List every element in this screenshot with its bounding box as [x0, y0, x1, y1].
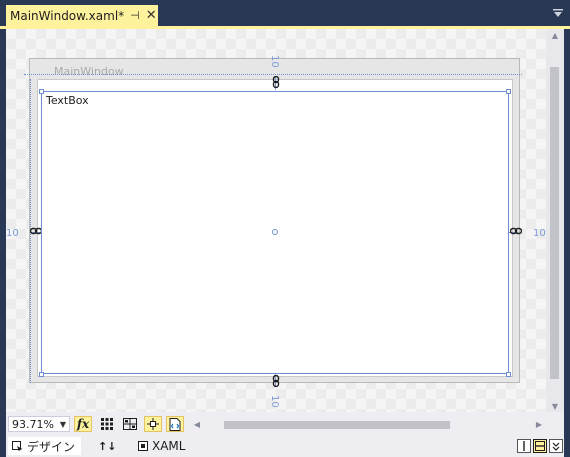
tab-xaml-label: XAML [152, 439, 186, 453]
right-margin-label: 10 [533, 228, 546, 239]
bottom-margin-label: 10 [269, 395, 280, 408]
vertical-scrollbar[interactable]: ▲ ▼ [546, 29, 564, 412]
collapse-pane-icon [552, 442, 560, 451]
scroll-right-arrow-icon[interactable]: ▶ [534, 418, 544, 432]
left-margin-label: 10 [6, 228, 19, 239]
snap-grid-icon [123, 418, 137, 430]
design-view-icon [12, 440, 23, 451]
document-tab-title: MainWindow.xaml* [10, 8, 125, 23]
right-anchor-icon[interactable] [510, 227, 522, 235]
show-grid-button[interactable] [98, 416, 116, 432]
resize-handle-bottom-right[interactable] [506, 372, 511, 377]
grid-icon [101, 418, 113, 430]
effects-toggle-button[interactable]: fx [74, 416, 92, 432]
top-margin-label: 10 [269, 55, 280, 68]
window-title-label: MainWindow [54, 65, 124, 78]
close-tab-icon[interactable]: ✕ [146, 8, 157, 23]
document-tab-mainwindow[interactable]: MainWindow.xaml* ⊣ ✕ [6, 5, 158, 26]
vertical-split-button[interactable] [517, 439, 531, 453]
resize-handle-top-right[interactable] [506, 89, 511, 94]
view-tabs-bar: デザイン ↑↓ XAML [6, 436, 564, 457]
textbox-center-point[interactable] [272, 229, 278, 235]
scroll-up-arrow-icon[interactable]: ▲ [550, 31, 560, 41]
vertical-split-icon [523, 441, 525, 451]
tab-xaml[interactable]: XAML [138, 437, 185, 455]
swap-panes-icon: ↑↓ [98, 439, 117, 453]
snap-to-snaplines-button[interactable] [144, 416, 162, 432]
zoom-dropdown-icon[interactable]: ▼ [57, 420, 69, 429]
designer-toolbar: 93.71% ▼ fx ◀ ▶ [6, 412, 564, 436]
tab-design[interactable]: デザイン [8, 437, 82, 455]
horizontal-scroll-thumb[interactable] [224, 421, 450, 429]
xaml-designer-surface[interactable]: MainWindow 10 10 10 10 TextBox [6, 29, 546, 412]
scroll-down-arrow-icon[interactable]: ▼ [550, 402, 560, 412]
zoom-value: 93.71% [12, 417, 54, 431]
fx-icon: fx [76, 417, 90, 431]
vertical-scroll-thumb[interactable] [550, 67, 559, 379]
resize-handle-top-left[interactable] [39, 89, 44, 94]
textbox-text: TextBox [46, 94, 89, 107]
swap-panes-button[interactable]: ↑↓ [98, 437, 116, 455]
snap-to-gridlines-button[interactable] [121, 416, 139, 432]
scroll-left-arrow-icon[interactable]: ◀ [192, 418, 202, 432]
pin-tab-icon[interactable]: ⊣ [130, 9, 140, 22]
top-guide-line [24, 74, 522, 75]
tab-design-label: デザイン [27, 439, 76, 454]
collapse-pane-button[interactable] [549, 439, 563, 453]
tab-list-dropdown-icon[interactable] [552, 8, 564, 18]
horizontal-scrollbar[interactable]: ◀ ▶ [192, 418, 544, 432]
bottom-anchor-icon[interactable] [272, 375, 280, 387]
horizontal-split-icon [535, 441, 545, 451]
top-anchor-icon[interactable] [272, 76, 280, 88]
code-document-icon [169, 417, 181, 431]
xaml-view-icon [138, 441, 148, 451]
zoom-select[interactable]: 93.71% ▼ [8, 416, 70, 432]
project-code-button[interactable] [166, 416, 184, 432]
snaplines-icon [147, 418, 159, 430]
document-tab-strip: MainWindow.xaml* ⊣ ✕ [0, 0, 570, 26]
horizontal-split-button[interactable] [533, 439, 547, 453]
resize-handle-bottom-left[interactable] [39, 372, 44, 377]
